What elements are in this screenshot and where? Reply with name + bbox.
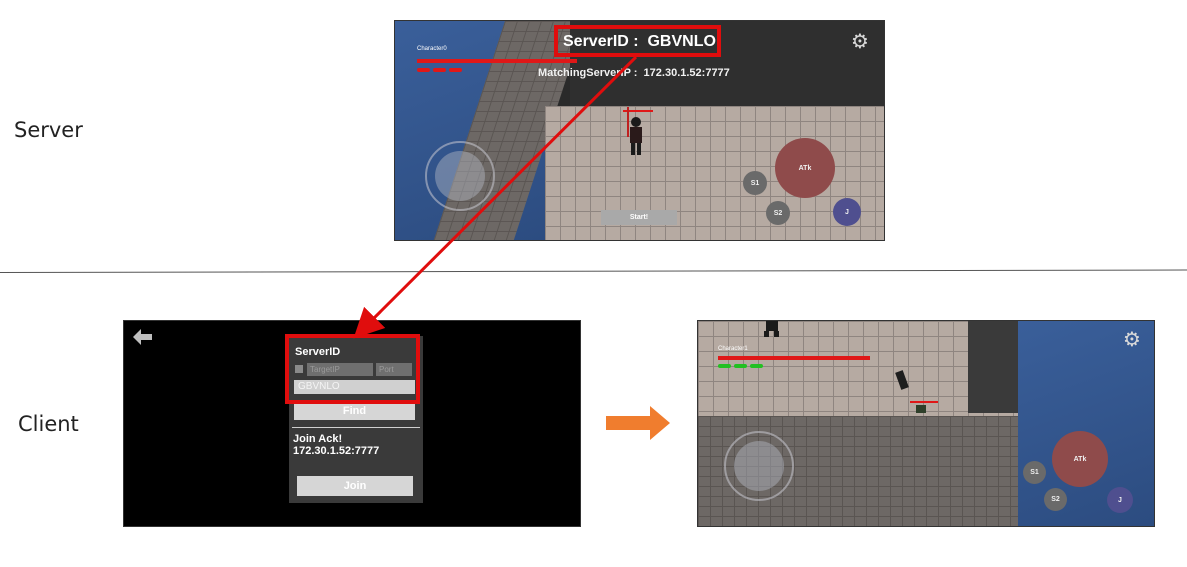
server-to-client-connector (353, 55, 638, 339)
transition-arrow-icon (606, 406, 670, 440)
